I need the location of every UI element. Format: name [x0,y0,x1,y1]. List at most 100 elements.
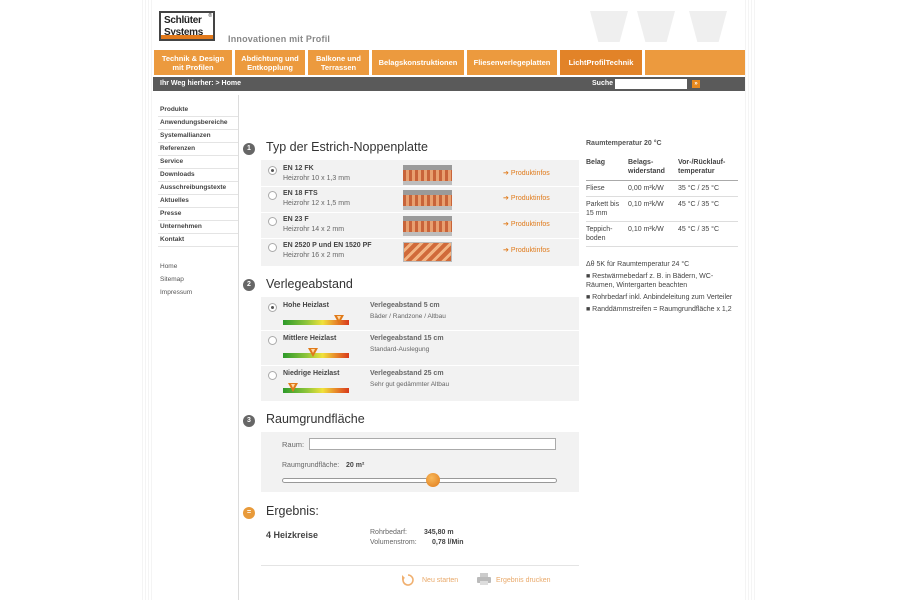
arrow-right-icon: ➔ [503,221,509,228]
product-info-link[interactable]: ➔ Produktinfos [503,220,550,228]
restart-icon[interactable] [401,573,415,587]
table-cell: 35 °C / 25 °C [678,180,738,197]
table-cell: 0,10 m²k/W [628,221,678,247]
leftnav-item-ausschreibungstexte[interactable]: Ausschreibungstexte [158,182,238,195]
leftnav-item-service[interactable]: Service [158,156,238,169]
heatload-name: Mittlere Heizlast [283,335,337,342]
arrow-right-icon: ➔ [503,195,509,202]
nav-filler [645,50,745,75]
leftnav-secondary-sitemap[interactable]: Sitemap [158,274,238,287]
section2-row-divider [261,330,579,331]
product-info-link[interactable]: ➔ Produktinfos [503,169,550,177]
result-label-rohrbedarf: Rohrbedarf: [370,529,407,536]
restart-link[interactable]: Neu starten [422,577,458,584]
product-info-label: Produktinfos [510,221,550,228]
section2-title: Verlegeabstand [266,277,353,291]
product-info-label: Produktinfos [510,170,550,177]
heatload-distance: Verlegeabstand 5 cm [370,302,440,309]
nav-tab-fliesenverlegeplatten[interactable]: Fliesenverlegeplatten [467,50,557,75]
heatload-note: Sehr gut gedämmter Altbau [370,381,450,388]
section2-row-divider [261,365,579,366]
table-header-2: Vor-/Rücklauf-temperatur [678,157,738,181]
nav-tab-lichtprofiltechnik[interactable]: LichtProfilTechnik [560,50,642,75]
heatload-name: Hohe Heizlast [283,302,329,309]
product-radio[interactable] [268,191,277,200]
step-badge-1: 1 [243,143,255,155]
heatload-radio[interactable] [268,303,277,312]
heatload-radio[interactable] [268,336,277,345]
step-badge-2: 2 [243,279,255,291]
arrow-right-icon: ➔ [503,170,509,177]
right-note: Δθ 5K für Raumtemperatur 24 °C [586,261,690,268]
leftnav-item-produkte[interactable]: Produkte [158,104,238,117]
brand-tagline: Innovationen mit Profil [228,34,331,44]
product-image [403,216,452,236]
table-header-1: Belags-widerstand [628,157,678,181]
right-note: ■ Rohrbedarf inkl. Anbindeleitung zum Ve… [586,294,733,301]
heatload-distance: Verlegeabstand 15 cm [370,335,444,342]
result-value-volumenstrom: 0,78 l/Min [432,539,464,546]
nav-tab-belagskonstruktionen[interactable]: Belagskonstruktionen [372,50,464,75]
product-name: EN 18 FTS [283,190,318,197]
heatload-marker-icon [308,348,318,357]
page-border-left [142,0,153,600]
table-cell: 0,10 m²k/W [628,196,678,222]
section3-title: Raumgrundfläche [266,412,365,426]
print-icon[interactable] [476,572,492,586]
area-slider-thumb[interactable] [426,473,440,487]
leftnav-item-referenzen[interactable]: Referenzen [158,143,238,156]
room-label: Raum: [282,440,305,449]
area-label: Raumgrundfläche: [282,462,340,469]
heatload-note: Bäder / Randzone / Altbau [370,313,446,320]
leftnav-item-aktuelles[interactable]: Aktuelles [158,195,238,208]
table-header-0: Belag [586,157,628,181]
product-sub: Heizrohr 16 x 2 mm [283,252,345,259]
leftnav-item-downloads[interactable]: Downloads [158,169,238,182]
product-sub: Heizrohr 10 x 1,3 mm [283,175,350,182]
section2-panel: Hohe Heizlast Verlegeabstand 5 cm Bäder / … [261,297,579,401]
product-info-link[interactable]: ➔ Produktinfos [503,194,550,202]
page-border-right [745,0,756,600]
section3-panel: Raum: Raumgrundfläche: 20 m² [261,432,579,492]
leftnav-item-anwendungsbereiche[interactable]: Anwendungsbereiche [158,117,238,130]
table-cell: Parkett bis 15 mm [586,196,628,222]
breadcrumb-text[interactable]: Ihr Weg hierher: > Home [160,80,241,87]
print-link[interactable]: Ergebnis drucken [496,577,550,584]
left-divider [238,95,239,600]
arrow-right-icon: ➔ [503,247,509,254]
leftnav-item-presse[interactable]: Presse [158,208,238,221]
step-badge-3: 3 [243,415,255,427]
product-image [403,165,452,185]
leftnav-item-kontakt[interactable]: Kontakt [158,234,238,247]
brand-logo[interactable]: Schlüter Systems ® [159,11,215,41]
product-radio[interactable] [268,243,277,252]
table-row: Parkett bis 15 mm 0,10 m²k/W 45 °C / 35 °C [586,196,738,222]
breadcrumb: Ihr Weg hierher: > Home Suche » [153,77,745,91]
right-title: Raumtemperatur 20 °C [586,140,662,147]
right-notes: Δθ 5K für Raumtemperatur 24 °C ■ Restwärm… [586,260,738,317]
leftnav-secondary-home[interactable]: Home [158,261,238,274]
result-label-volumenstrom: Volumenstrom: [370,539,417,546]
nav-tab-technik-design[interactable]: Technik & Design mit Profilen [154,50,232,75]
room-input[interactable] [309,438,556,450]
brand-logo-reg: ® [208,13,212,19]
heatload-marker-icon [288,383,298,392]
product-radio[interactable] [268,166,277,175]
section1-title: Typ der Estrich-Noppenplatte [266,140,428,154]
temperature-table: Belag Belags-widerstand Vor-/Rücklauf-temp… [586,157,738,247]
nav-tab-balkone[interactable]: Balkone und Terrassen [308,50,369,75]
result-title: Ergebnis: [266,504,319,518]
leftnav-item-unternehmen[interactable]: Unternehmen [158,221,238,234]
heatload-radio[interactable] [268,371,277,380]
right-note: ■ Restwärmebedarf z. B. in Bädern, WC-Rä… [586,273,714,289]
area-slider-track[interactable] [282,478,557,483]
search-go-button[interactable]: » [692,80,700,88]
product-info-link[interactable]: ➔ Produktinfos [503,246,550,254]
nav-tab-abdichtung[interactable]: Abdichtung und Entkopplung [235,50,305,75]
result-divider [261,565,579,566]
section1-panel: EN 12 FK Heizrohr 10 x 1,3 mm ➔ Produktinfo… [261,160,579,266]
leftnav-item-systemallianzen[interactable]: Systemallianzen [158,130,238,143]
product-radio[interactable] [268,217,277,226]
search-input[interactable] [615,79,687,89]
leftnav-secondary-impressum[interactable]: Impressum [158,287,238,300]
